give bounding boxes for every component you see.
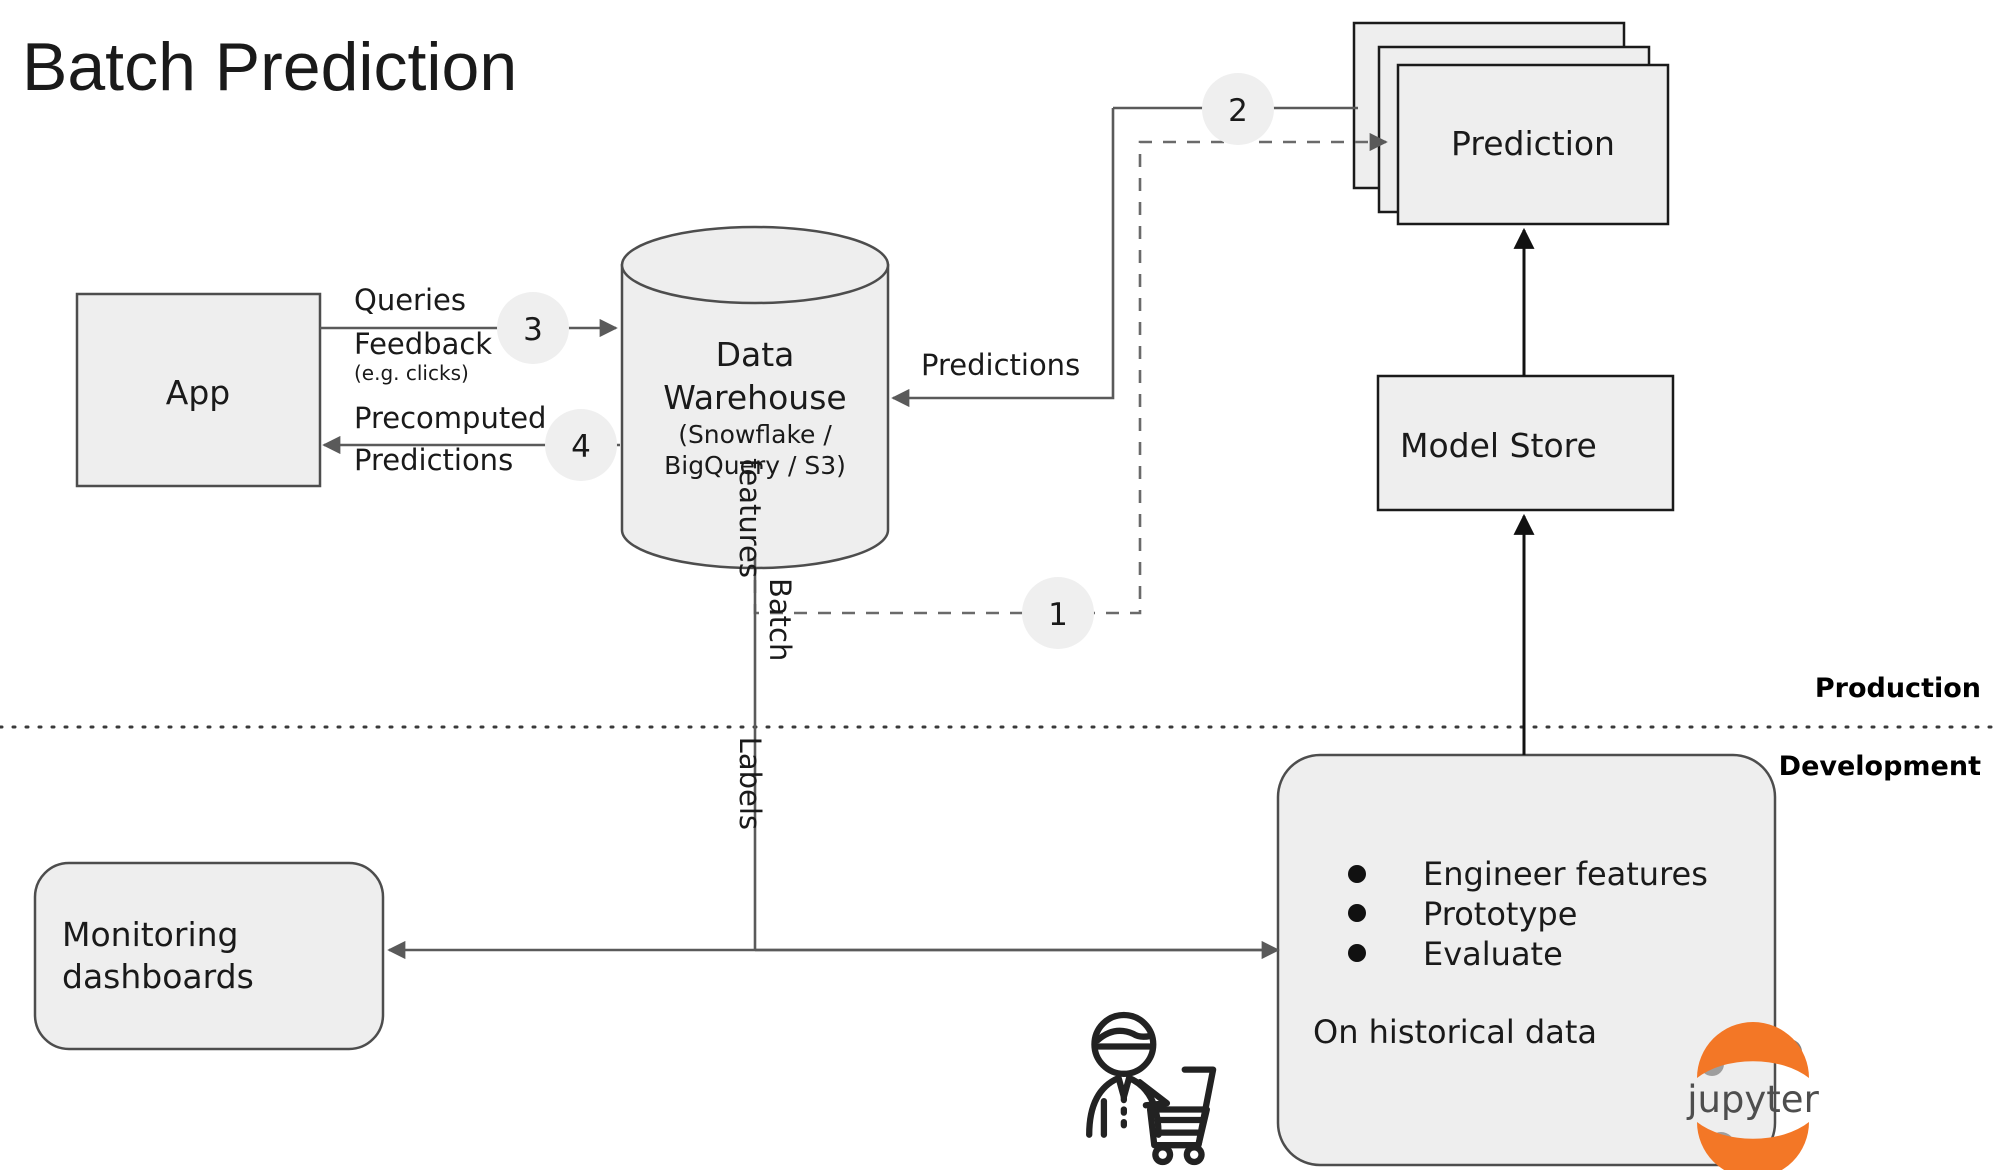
badge-1[interactable]: 1 [1022,577,1094,649]
badge-2[interactable]: 2 [1202,73,1274,145]
edge-label-feedback: Feedback [354,327,492,361]
node-monitoring-shape [33,861,385,1051]
edge-label-feedback-note: (e.g. clicks) [354,361,469,385]
edge-label-predictions: Predictions [921,348,1080,382]
shopper-icon [1086,1011,1217,1166]
node-monitoring-dashboards[interactable]: Monitoring dashboards [33,861,385,1051]
badge-3[interactable]: 3 [497,292,569,364]
zone-label-development: Development [1779,751,1981,782]
page-title: Batch Prediction [22,29,517,105]
badge-4[interactable]: 4 [545,409,617,481]
node-app[interactable]: App [75,292,322,488]
development-bullet-2: Prototype [1423,895,1577,933]
node-monitoring-label-1: Monitoring [62,915,238,954]
edge-label-features: features [733,458,767,578]
badge-3-label: 3 [523,312,543,348]
node-data-warehouse-sub-1: (Snowflake / [678,420,832,449]
bullet-marker-2 [1348,904,1366,922]
node-app-label: App [166,373,230,412]
edge-label-queries: Queries [354,283,466,317]
node-prediction[interactable]: Prediction [1352,21,1670,226]
node-data-warehouse-label-2: Warehouse [663,378,846,417]
badge-1-label: 1 [1048,597,1068,633]
jupyter-wordmark: jupyter [1686,1078,1819,1121]
node-data-warehouse-top [620,225,890,305]
node-model-store-label: Model Store [1400,426,1597,465]
diagram-canvas: Batch Prediction Production Development … [0,0,1999,1170]
badge-4-label: 4 [571,429,591,465]
bullet-marker-3 [1348,944,1366,962]
edge-label-batch: Batch [763,578,797,661]
edge-label-precomputed-1: Precomputed [354,401,546,435]
node-data-warehouse-label-1: Data [716,335,795,374]
edge-label-precomputed-2: Predictions [354,443,513,477]
node-model-store[interactable]: Model Store [1376,374,1675,512]
development-footer: On historical data [1313,1013,1597,1051]
badge-2-label: 2 [1228,93,1248,129]
development-bullet-3: Evaluate [1423,935,1563,973]
development-bullet-1: Engineer features [1423,855,1708,893]
zone-label-production: Production [1815,673,1981,704]
node-prediction-label: Prediction [1451,124,1615,163]
edge-label-labels: Labels [733,737,767,830]
node-monitoring-label-2: dashboards [62,957,254,996]
bullet-marker-1 [1348,865,1366,883]
